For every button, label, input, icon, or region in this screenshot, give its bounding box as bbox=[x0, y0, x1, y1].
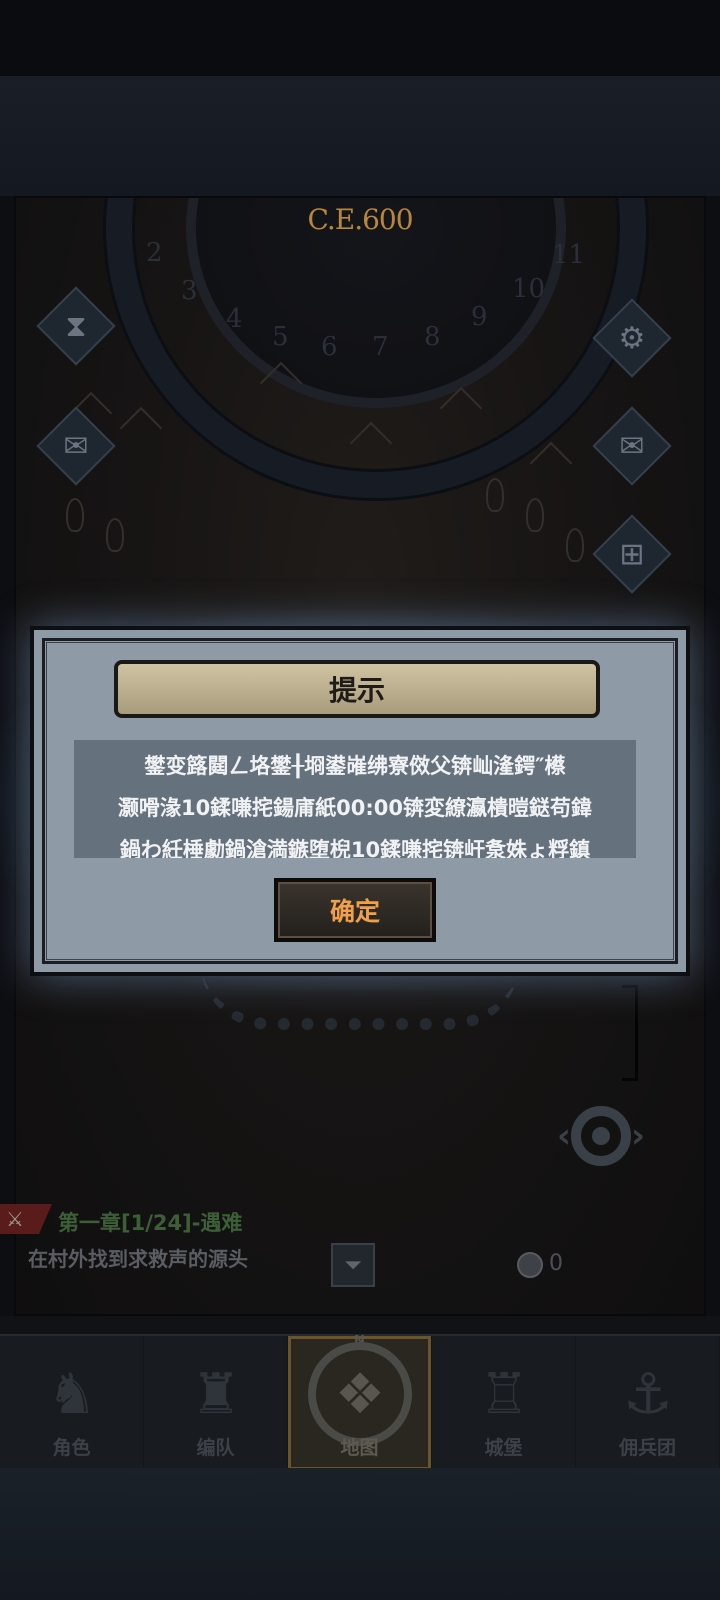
collapse-button[interactable]: ⏷ bbox=[331, 1243, 375, 1287]
status-bar-area bbox=[0, 0, 720, 76]
confirm-button-label: 确定 bbox=[329, 897, 380, 926]
message-line: 鐢变簬閮ㄥ垎鐢╂埛鍙嶉绋寮傚父锛屾湰鍔″櫒 bbox=[144, 754, 566, 778]
mail-icon[interactable]: ✉ bbox=[604, 418, 660, 474]
map-bracket bbox=[622, 985, 638, 1081]
quest-title[interactable]: 第一章[1/24]-遇难 bbox=[58, 1207, 242, 1237]
coin-count: 0 bbox=[549, 1251, 563, 1276]
nav-item-mercenary[interactable]: ⚓ 佣兵团 bbox=[576, 1336, 720, 1470]
gear-icon[interactable]: ⚙ bbox=[604, 310, 660, 366]
nav-label: 佣兵团 bbox=[618, 1437, 676, 1459]
nav-item-formation[interactable]: ♜ 编队 bbox=[144, 1336, 288, 1470]
nav-label: 城堡 bbox=[484, 1437, 523, 1459]
grid-icon[interactable]: ⊞ bbox=[604, 526, 660, 582]
coin-icon bbox=[517, 1252, 543, 1278]
message-line: 灏嗗湪10鍒嗛挓鍚庯紙00:00锛変繚瀛樻暟鎹苟鍏 bbox=[117, 796, 593, 820]
nav-item-map[interactable]: N ❖ 地图 bbox=[288, 1334, 432, 1470]
notice-dialog: 提示 鐢变簬閮ㄥ垎鐢╂埛鍙嶉绋寮傚父锛屾湰鍔″櫒 灏嗗湪10鍒嗛挓鍚庯紙00:0… bbox=[30, 626, 690, 976]
dialog-message[interactable]: 鐢变簬閮ㄥ垎鐢╂埛鍙嶉绋寮傚父锛屾湰鍔″櫒 灏嗗湪10鍒嗛挓鍚庯紙00:00锛変… bbox=[74, 740, 636, 858]
bottom-nav: ♞ 角色 ♜ 编队 N ❖ 地图 ♖ 城堡 ⚓ 佣兵团 bbox=[0, 1334, 720, 1470]
nav-label: 角色 bbox=[52, 1437, 91, 1459]
compass-map-icon: ❖ bbox=[308, 1342, 412, 1446]
nav-label: 地图 bbox=[340, 1437, 379, 1459]
top-banner-strip bbox=[0, 76, 720, 196]
nav-item-castle[interactable]: ♖ 城堡 bbox=[432, 1336, 576, 1470]
era-label: C.E.600 bbox=[307, 203, 413, 236]
ship-icon: ⚓ bbox=[622, 1361, 674, 1427]
locate-button[interactable]: ‹ › bbox=[546, 1100, 656, 1172]
left-arrow-icon: ‹ bbox=[556, 1116, 571, 1156]
nav-label: 编队 bbox=[196, 1437, 235, 1459]
dialog-title-banner: 提示 bbox=[114, 660, 600, 718]
right-arrow-icon: › bbox=[631, 1116, 646, 1156]
confirm-button[interactable]: 确定 bbox=[274, 878, 436, 942]
hourglass-icon[interactable]: ⧗ bbox=[48, 298, 104, 354]
helmet-icon: ♜ bbox=[190, 1361, 242, 1427]
message-line: 鍋わ紝棰勮鍋滄満鏃堕棿10鍒嗛挓锛屽洜姝ょ粰鎮 bbox=[119, 838, 591, 858]
bottom-band bbox=[0, 1468, 720, 1600]
game-screen: 2 3 4 5 6 7 8 9 10 11 C.E.600 ⧗ ✉ ⚙ ✉ ⊞ … bbox=[0, 0, 720, 1600]
chevron-down-icon: ⏷ bbox=[344, 1252, 362, 1278]
dialog-title: 提示 bbox=[328, 674, 385, 707]
scroll-icon[interactable]: ✉ bbox=[48, 418, 104, 474]
quest-description[interactable]: 在村外找到求救声的源头 bbox=[28, 1243, 248, 1272]
castle-icon: ♖ bbox=[478, 1361, 530, 1427]
nav-item-character[interactable]: ♞ 角色 bbox=[0, 1336, 144, 1470]
knight-icon: ♞ bbox=[46, 1361, 98, 1427]
crosshair-icon bbox=[571, 1106, 631, 1166]
